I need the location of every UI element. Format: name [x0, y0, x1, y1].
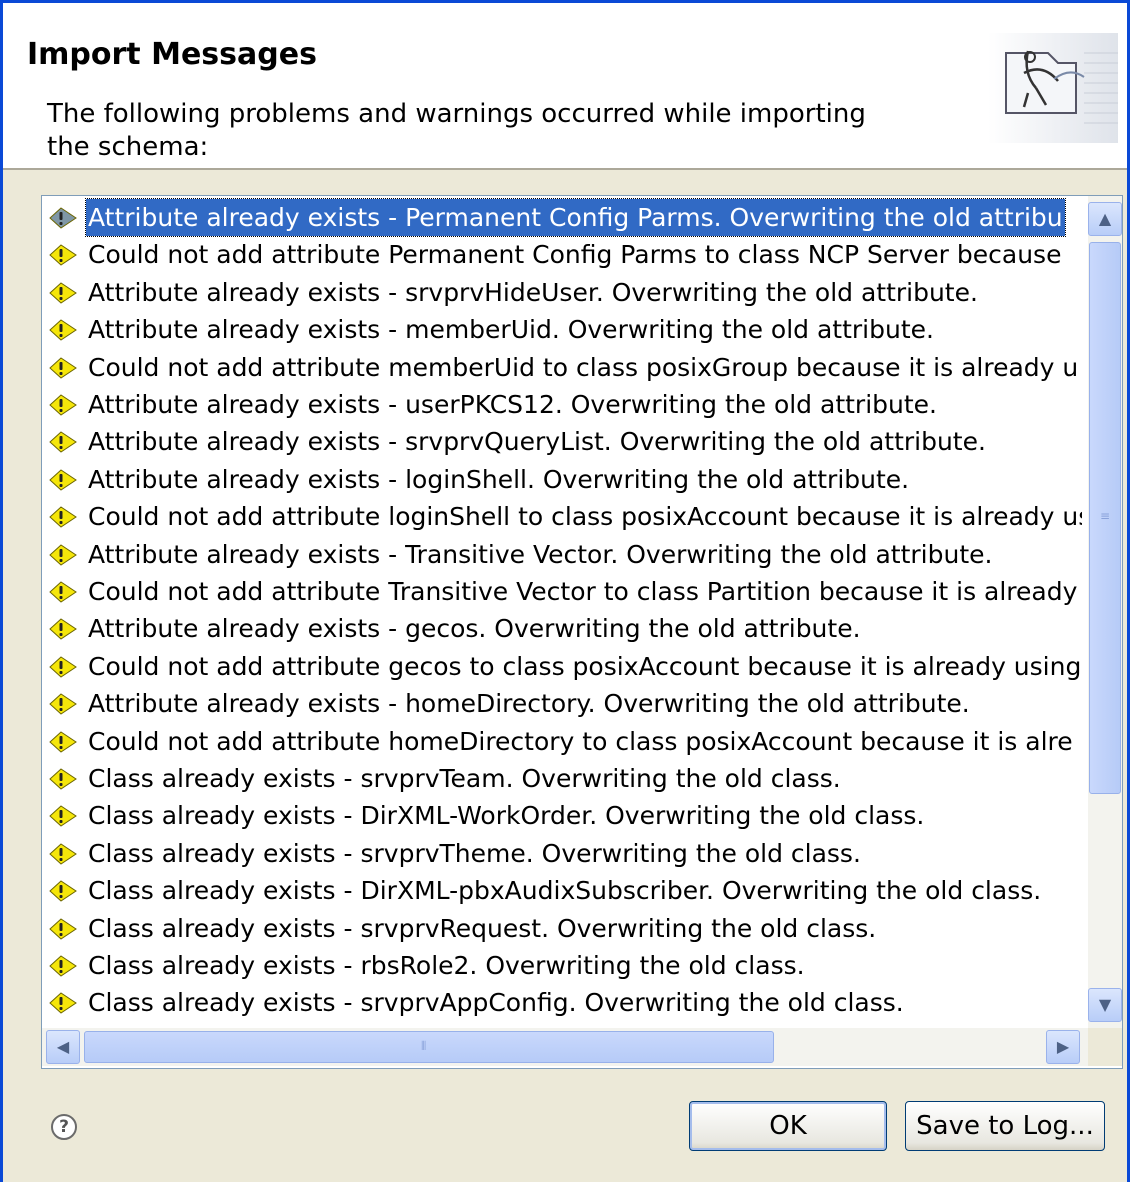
message-text: Attribute already exists - memberUid. Ov…	[88, 315, 934, 345]
chevron-right-icon[interactable]: ▶	[1046, 1030, 1080, 1064]
warning-icon	[49, 207, 77, 229]
message-row[interactable]: Could not add attribute gecos to class p…	[48, 648, 1082, 685]
warning-icon	[49, 805, 77, 828]
warning-icon	[49, 356, 77, 379]
chevron-left-icon[interactable]: ◀	[46, 1030, 80, 1064]
warning-icon	[49, 581, 77, 603]
message-row[interactable]: Could not add attribute memberUid to cla…	[48, 349, 1082, 386]
warning-icon	[49, 431, 77, 454]
warning-icon	[49, 282, 77, 304]
warning-icon	[49, 768, 77, 790]
message-text: Attribute already exists - Transitive Ve…	[88, 539, 993, 569]
message-row[interactable]: Attribute already exists - homeDirectory…	[48, 685, 1082, 722]
message-text: Could not add attribute memberUid to cla…	[88, 352, 1079, 382]
warning-icon	[49, 469, 77, 491]
warning-icon	[49, 506, 77, 528]
warning-icon	[49, 543, 77, 566]
help-icon[interactable]: ?	[51, 1114, 77, 1140]
dialog-title: Import Messages	[27, 37, 317, 72]
warning-icon	[49, 992, 77, 1015]
warning-icon	[49, 618, 77, 641]
warning-icon	[49, 656, 77, 678]
message-text: Attribute already exists - srvprvQueryLi…	[88, 427, 986, 457]
save-to-log-button[interactable]: Save to Log...	[905, 1101, 1105, 1151]
grip-icon: ≡	[1100, 509, 1111, 523]
message-row[interactable]: Class already exists - srvprvRequest. Ov…	[48, 910, 1082, 947]
message-row[interactable]: Attribute already exists - srvprvHideUse…	[48, 274, 1082, 311]
header-banner: Import Messages The following problems a…	[3, 3, 1127, 170]
message-text: Could not add attribute Permanent Config…	[88, 240, 1062, 270]
warning-icon	[49, 730, 77, 753]
message-text: Class already exists - srvprvTheme. Over…	[88, 838, 861, 868]
message-text: Attribute already exists - gecos. Overwr…	[88, 614, 861, 644]
chevron-down-icon[interactable]: ▼	[1088, 988, 1122, 1022]
message-text: Attribute already exists - Permanent Con…	[85, 198, 1066, 237]
message-row[interactable]: Could not add attribute loginShell to cl…	[48, 498, 1082, 535]
message-row[interactable]: Attribute already exists - Transitive Ve…	[48, 536, 1082, 573]
message-row[interactable]: Attribute already exists - srvprvQueryLi…	[48, 423, 1082, 460]
messages-list[interactable]: Attribute already exists - Permanent Con…	[41, 195, 1123, 1069]
message-text: Attribute already exists - homeDirectory…	[88, 689, 970, 719]
grip-icon: ⦀	[421, 1039, 427, 1053]
schema-wizard-icon	[988, 33, 1118, 143]
message-row[interactable]: Class already exists - DirXML-WorkOrder.…	[48, 797, 1082, 834]
message-row[interactable]: Attribute already exists - gecos. Overwr…	[48, 610, 1082, 647]
ok-button[interactable]: OK	[689, 1101, 887, 1151]
message-row[interactable]: Could not add attribute Permanent Config…	[48, 236, 1082, 273]
message-text: Class already exists - srvprvRequest. Ov…	[88, 913, 877, 943]
message-row[interactable]: Attribute already exists - Permanent Con…	[48, 198, 1082, 237]
warning-icon	[49, 244, 77, 267]
message-text: Class already exists - srvprvAppConfig. …	[88, 988, 904, 1018]
horizontal-scrollbar[interactable]: ◀ ⦀ ▶	[42, 1028, 1088, 1066]
message-row[interactable]: Class already exists - srvprvAppConfig. …	[48, 984, 1082, 1021]
message-text: Could not add attribute gecos to class p…	[88, 651, 1082, 681]
message-text: Class already exists - DirXML-pbxAudixSu…	[88, 876, 1042, 906]
warning-icon	[49, 319, 77, 341]
scroll-corner	[1088, 1028, 1122, 1066]
vertical-scroll-thumb[interactable]: ≡	[1089, 242, 1121, 794]
message-text: Could not add attribute homeDirectory to…	[88, 726, 1073, 756]
message-row[interactable]: Class already exists - srvprvTeam. Overw…	[48, 760, 1082, 797]
message-row[interactable]: Class already exists - srvprvTheme. Over…	[48, 835, 1082, 872]
warning-icon	[49, 693, 77, 715]
message-text: Class already exists - DirXML-WorkOrder.…	[88, 801, 925, 831]
warning-icon	[49, 955, 77, 977]
message-text: Attribute already exists - userPKCS12. O…	[88, 390, 937, 419]
warning-icon	[49, 394, 77, 416]
dialog-description: The following problems and warnings occu…	[47, 99, 866, 162]
message-text: Could not add attribute Transitive Vecto…	[88, 577, 1078, 606]
warning-icon	[49, 880, 77, 902]
message-row[interactable]: Attribute already exists - loginShell. O…	[48, 461, 1082, 498]
chevron-up-icon[interactable]: ▲	[1088, 202, 1122, 236]
message-text: Attribute already exists - loginShell. O…	[88, 464, 910, 494]
message-row[interactable]: Could not add attribute Transitive Vecto…	[48, 573, 1082, 610]
vertical-scrollbar[interactable]: ▲ ≡ ▼	[1088, 196, 1122, 1028]
warning-icon	[49, 917, 77, 940]
message-text: Attribute already exists - srvprvHideUse…	[88, 277, 978, 307]
message-text: Class already exists - srvprvTeam. Overw…	[88, 764, 841, 793]
message-row[interactable]: Attribute already exists - memberUid. Ov…	[48, 311, 1082, 348]
message-row[interactable]: Attribute already exists - userPKCS12. O…	[48, 386, 1082, 423]
message-row[interactable]: Could not add attribute homeDirectory to…	[48, 723, 1082, 760]
message-text: Class already exists - rbsRole2. Overwri…	[88, 951, 805, 980]
warning-icon	[49, 843, 77, 865]
message-row[interactable]: Class already exists - rbsRole2. Overwri…	[48, 947, 1082, 984]
messages-rows: Attribute already exists - Permanent Con…	[42, 196, 1082, 1028]
horizontal-scroll-thumb[interactable]: ⦀	[84, 1031, 774, 1063]
import-messages-dialog: Import Messages The following problems a…	[0, 0, 1130, 1182]
message-text: Could not add attribute loginShell to cl…	[88, 502, 1082, 532]
message-row[interactable]: Class already exists - DirXML-pbxAudixSu…	[48, 872, 1082, 909]
